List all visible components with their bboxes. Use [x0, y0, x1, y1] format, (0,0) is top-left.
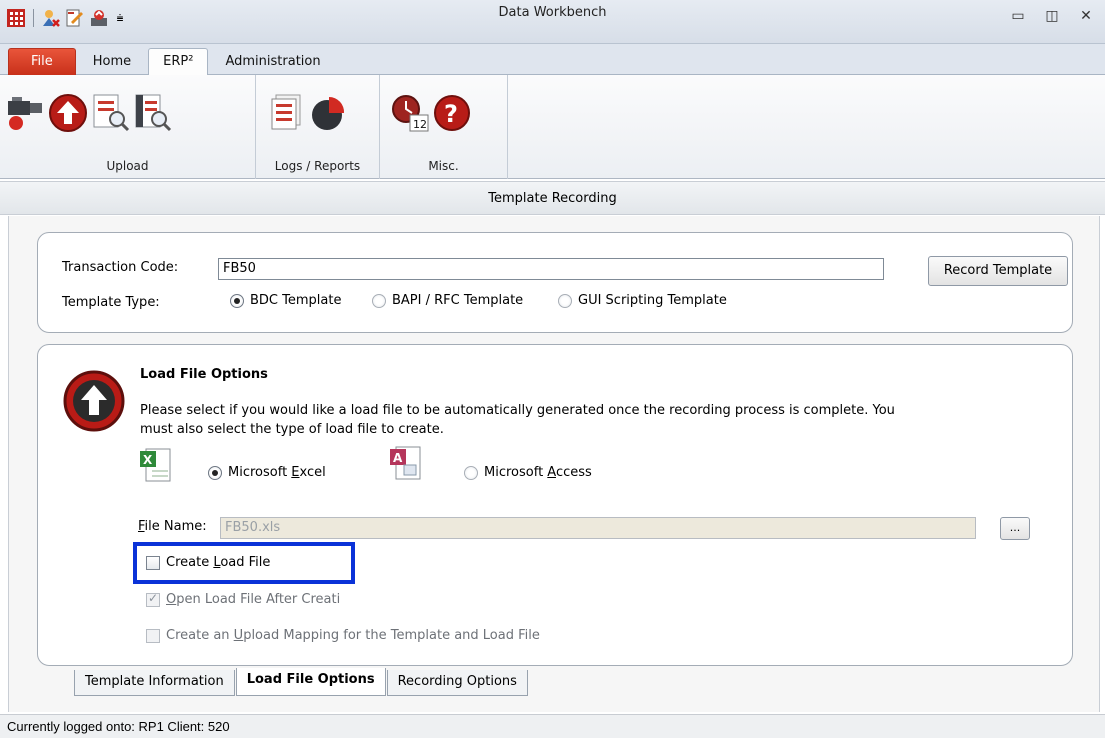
transaction-code-input[interactable]: FB50 — [218, 258, 884, 280]
load-file-heading: Load File Options — [140, 367, 268, 382]
window-title: Data Workbench — [498, 5, 607, 20]
ribbon-group-logs-reports: Logs / Reports — [256, 75, 380, 179]
table-search-icon[interactable] — [132, 93, 172, 132]
minimize-icon[interactable]: ▭ — [1009, 8, 1027, 24]
radio-selected-icon[interactable] — [208, 465, 222, 480]
open-load-file-after-creation-checkbox[interactable]: Open Load File After Creati — [146, 591, 341, 607]
radio-gui-scripting-template[interactable]: GUI Scripting Template — [558, 293, 727, 308]
tab-erp2[interactable]: ERP² — [148, 48, 209, 76]
misc-icons: 12 ? — [390, 93, 470, 132]
ribbon-group-misc: 12 ? Misc. — [380, 75, 508, 179]
checkbox-label: Open Load File After Creati — [166, 592, 341, 607]
pie-chart-icon[interactable] — [308, 93, 346, 131]
tab-recording-options[interactable]: Recording Options — [386, 670, 528, 696]
radio-label: Microsoft Excel — [228, 465, 326, 480]
ribbon: Upload Logs / Reports 12 ? Misc. — [0, 75, 1105, 179]
bottom-tabs: Template Information Load File Options R… — [74, 668, 529, 696]
radio-microsoft-excel[interactable]: Microsoft Excel — [208, 465, 326, 480]
load-file-upload-icon — [62, 369, 126, 437]
radio-unselected-icon[interactable] — [372, 293, 386, 308]
radio-label: Microsoft Access — [484, 465, 592, 480]
section-title: Template Recording — [0, 181, 1105, 215]
svg-text:A: A — [393, 451, 403, 465]
status-bar: Currently logged onto: RP1 Client: 520 — [0, 714, 1105, 738]
tab-file[interactable]: File — [8, 48, 76, 75]
svg-text:?: ? — [444, 100, 458, 128]
file-name-label: File Name: — [138, 519, 207, 534]
checkbox-checked-icon[interactable] — [146, 591, 160, 607]
load-file-panel: Load File Options Please select if you w… — [37, 344, 1073, 666]
radio-unselected-icon[interactable] — [558, 293, 572, 308]
highlight-box — [133, 542, 355, 584]
radio-label: GUI Scripting Template — [578, 293, 727, 308]
tab-home[interactable]: Home — [78, 48, 146, 75]
tab-administration[interactable]: Administration — [210, 48, 335, 75]
restore-icon[interactable]: ◫ — [1043, 8, 1061, 24]
file-name-input[interactable]: FB50.xls — [220, 517, 976, 539]
title-bar: ⩧ Data Workbench ▭ ◫ ✕ — [0, 0, 1105, 44]
load-file-description-line1: Please select if you would like a load f… — [140, 403, 895, 418]
help-icon[interactable]: ? — [432, 93, 470, 131]
radio-selected-icon[interactable] — [230, 293, 244, 308]
upload-icons — [6, 93, 172, 132]
window-controls: ▭ ◫ ✕ — [1009, 8, 1095, 24]
excel-file-icon: X — [138, 447, 174, 487]
upload-arrow-icon[interactable] — [48, 93, 87, 132]
ribbon-tabs: File Home ERP² Administration — [8, 48, 338, 76]
checkbox-icon[interactable] — [146, 628, 160, 643]
radio-microsoft-access[interactable]: Microsoft Access — [464, 465, 592, 480]
load-file-description-line2: must also select the type of load file t… — [140, 422, 444, 437]
tab-template-information[interactable]: Template Information — [74, 670, 235, 696]
access-file-icon: A — [388, 445, 424, 485]
ribbon-group-label: Upload — [106, 159, 149, 173]
radio-label: BDC Template — [250, 293, 342, 308]
template-type-label: Template Type: — [62, 295, 160, 310]
template-panel: Transaction Code: FB50 Record Template T… — [37, 232, 1073, 333]
radio-bapi-rfc-template[interactable]: BAPI / RFC Template — [372, 293, 523, 308]
ribbon-group-label: Misc. — [428, 159, 459, 173]
checkbox-label: Create an Upload Mapping for the Templat… — [166, 628, 540, 643]
browse-button[interactable]: ... — [1000, 517, 1030, 540]
svg-text:X: X — [143, 453, 153, 467]
content-area: Transaction Code: FB50 Record Template T… — [8, 216, 1100, 712]
record-template-button[interactable]: Record Template — [928, 256, 1068, 286]
close-icon[interactable]: ✕ — [1077, 8, 1095, 24]
transaction-code-label: Transaction Code: — [62, 260, 179, 275]
radio-unselected-icon[interactable] — [464, 465, 478, 480]
logs-document-icon[interactable] — [266, 93, 304, 131]
radio-bdc-template[interactable]: BDC Template — [230, 293, 341, 308]
record-camera-icon[interactable] — [6, 93, 44, 131]
ribbon-group-upload: Upload — [0, 75, 256, 179]
scheduler-clock-icon[interactable]: 12 — [390, 93, 429, 132]
svg-text:12: 12 — [413, 118, 427, 131]
ribbon-group-label: Logs / Reports — [274, 159, 361, 173]
tab-load-file-options[interactable]: Load File Options — [235, 668, 386, 696]
document-search-icon[interactable] — [90, 93, 130, 132]
radio-label: BAPI / RFC Template — [392, 293, 524, 308]
logs-icons — [266, 93, 346, 131]
create-upload-mapping-checkbox[interactable]: Create an Upload Mapping for the Templat… — [146, 628, 540, 643]
